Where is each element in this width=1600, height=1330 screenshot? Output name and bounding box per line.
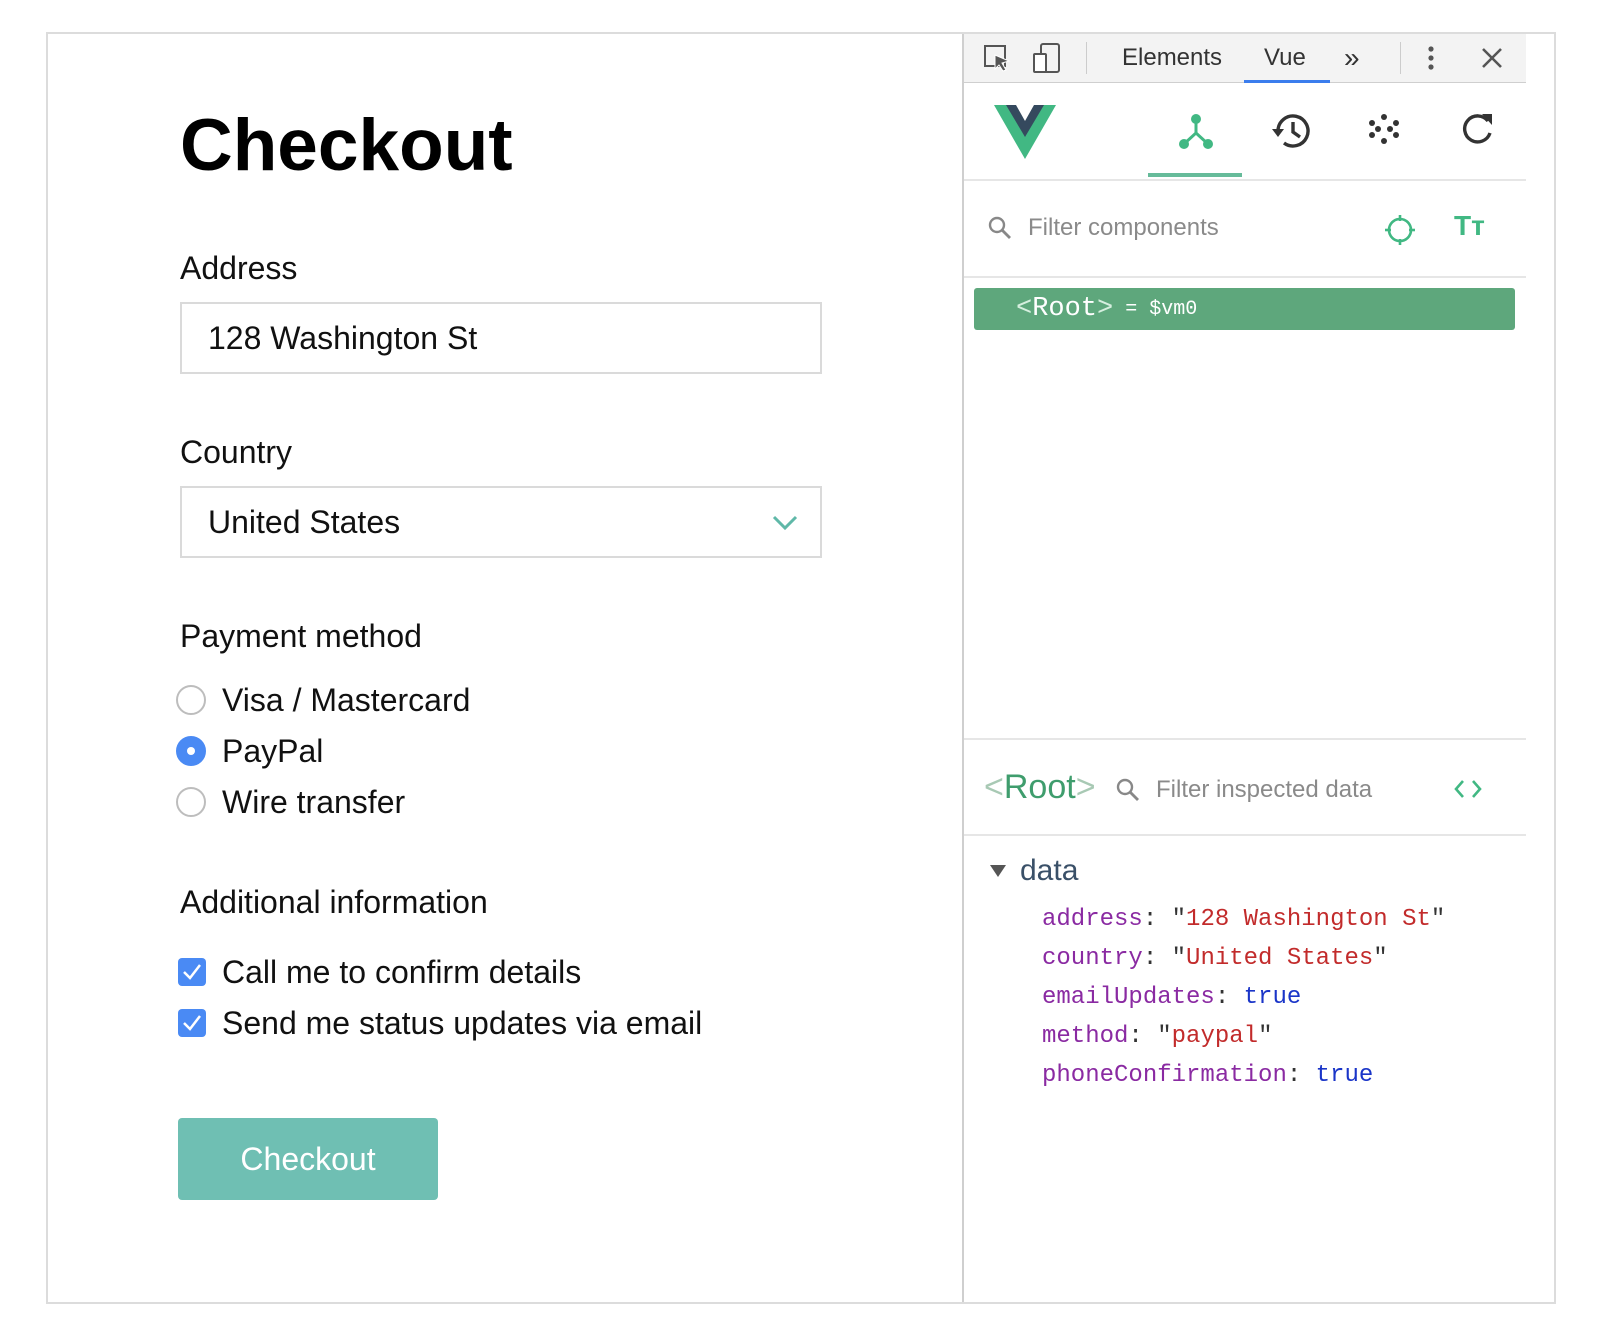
country-select[interactable]: United States bbox=[180, 486, 822, 558]
radio-wire[interactable] bbox=[176, 787, 206, 817]
checkmark-icon bbox=[183, 1015, 201, 1031]
tab-elements[interactable]: Elements bbox=[1122, 34, 1222, 82]
history-icon[interactable] bbox=[1270, 111, 1312, 156]
refresh-icon[interactable] bbox=[1458, 111, 1496, 154]
browser-window: Checkout Address 128 Washington St Count… bbox=[46, 32, 1556, 1304]
option-email-updates[interactable]: Send me status updates via email bbox=[176, 1001, 702, 1045]
code-icon[interactable] bbox=[1454, 778, 1482, 800]
payment-option-label: Visa / Mastercard bbox=[222, 681, 471, 718]
devtools-tabbar: Elements Vue » bbox=[964, 34, 1526, 83]
root-tag: <Root> bbox=[1016, 294, 1114, 324]
checkmark-icon bbox=[183, 964, 201, 980]
data-prop-country: country: "United States" bbox=[1042, 945, 1388, 972]
payment-method-label: Payment method bbox=[180, 618, 422, 654]
expand-triangle-icon bbox=[990, 865, 1006, 877]
data-section-toggle[interactable]: data bbox=[990, 854, 1078, 888]
address-label: Address bbox=[180, 250, 298, 286]
close-icon[interactable] bbox=[1480, 34, 1504, 82]
checkout-button[interactable]: Checkout bbox=[178, 1118, 438, 1200]
search-icon bbox=[988, 216, 1011, 239]
option-call-confirm[interactable]: Call me to confirm details bbox=[176, 950, 581, 994]
format-names-icon[interactable]: Tт bbox=[1454, 210, 1485, 242]
component-tree-root-row[interactable]: <Root> = $vm0 bbox=[974, 288, 1515, 330]
page-title: Checkout bbox=[180, 105, 513, 186]
address-input[interactable]: 128 Washington St bbox=[180, 302, 822, 374]
option-label: Call me to confirm details bbox=[222, 953, 582, 990]
inspect-element-icon[interactable] bbox=[982, 34, 1012, 82]
data-section-label: data bbox=[1020, 854, 1079, 887]
active-toolbar-indicator bbox=[1148, 173, 1242, 177]
chevron-down-icon bbox=[772, 515, 798, 531]
inspector-header: <Root> Filter inspected data bbox=[964, 738, 1526, 836]
payment-option-label: PayPal bbox=[222, 732, 324, 769]
select-component-icon[interactable] bbox=[1384, 214, 1416, 246]
components-filter-bar: Filter components Tт bbox=[964, 180, 1526, 278]
filter-inspected-data-input[interactable]: Filter inspected data bbox=[1156, 776, 1372, 804]
device-toolbar-icon[interactable] bbox=[1032, 34, 1062, 82]
payment-option-wire[interactable]: Wire transfer bbox=[176, 780, 405, 824]
search-icon bbox=[1116, 778, 1139, 801]
radio-paypal[interactable] bbox=[176, 736, 206, 766]
components-tree-icon[interactable] bbox=[1176, 111, 1216, 156]
radio-visa[interactable] bbox=[176, 685, 206, 715]
checkbox-email-updates[interactable] bbox=[178, 1009, 206, 1037]
data-prop-email-updates: emailUpdates: true bbox=[1042, 984, 1302, 1011]
data-prop-address: address: "128 Washington St" bbox=[1042, 906, 1446, 933]
vue-logo-icon bbox=[994, 105, 1056, 159]
payment-option-paypal[interactable]: PayPal bbox=[176, 729, 323, 773]
vue-devtools-header bbox=[964, 83, 1526, 181]
more-options-icon[interactable] bbox=[1426, 34, 1436, 82]
address-input-value: 128 Washington St bbox=[208, 320, 478, 356]
country-select-value: United States bbox=[208, 504, 401, 540]
more-tabs-button[interactable]: » bbox=[1344, 34, 1360, 82]
vuex-icon[interactable] bbox=[1366, 111, 1402, 152]
country-label: Country bbox=[180, 434, 293, 470]
devtools-panel: Elements Vue » Filter components Tт <Roo… bbox=[962, 34, 1526, 1302]
checkbox-call-confirm[interactable] bbox=[178, 958, 206, 986]
filter-components-input[interactable]: Filter components bbox=[1028, 214, 1219, 242]
additional-info-label: Additional information bbox=[180, 884, 488, 920]
vm-assignment: = $vm0 bbox=[1125, 297, 1198, 321]
option-label: Send me status updates via email bbox=[222, 1004, 703, 1041]
data-prop-method: method: "paypal" bbox=[1042, 1023, 1273, 1050]
inspected-component-name: <Root> bbox=[984, 768, 1096, 806]
payment-option-visa[interactable]: Visa / Mastercard bbox=[176, 678, 470, 722]
data-prop-phone-confirmation: phoneConfirmation: true bbox=[1042, 1062, 1374, 1089]
tab-vue[interactable]: Vue bbox=[1264, 34, 1306, 82]
payment-option-label: Wire transfer bbox=[222, 783, 406, 820]
checkout-app: Checkout Address 128 Washington St Count… bbox=[48, 34, 986, 1302]
